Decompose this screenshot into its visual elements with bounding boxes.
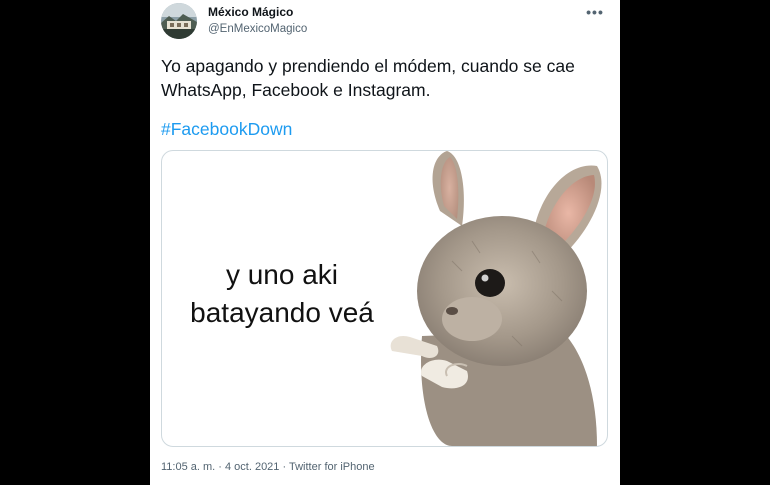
meme-caption: y uno aki batayando veá (182, 256, 382, 332)
tweet-text: Yo apagando y prendiendo el módem, cuand… (161, 56, 575, 100)
hashtag-link[interactable]: #FacebookDown (161, 119, 292, 140)
more-horizontal-icon[interactable]: ••• (585, 2, 605, 22)
avatar-image (161, 3, 197, 39)
bunny-image (390, 151, 602, 446)
user-handle[interactable]: @EnMexicoMagico (208, 23, 307, 35)
meme-caption-line-2: batayando veá (190, 297, 374, 328)
tweet-media[interactable]: y uno aki batayando veá (161, 150, 608, 447)
meme-caption-line-1: y uno aki (225, 259, 339, 290)
avatar[interactable] (161, 3, 197, 39)
tweet-timestamp[interactable]: 11:05 a. m. · 4 oct. 2021 · Twitter for … (161, 461, 375, 473)
tweet-card: México Mágico @EnMexicoMagico ••• Yo apa… (150, 0, 620, 485)
display-name[interactable]: México Mágico (208, 5, 293, 19)
